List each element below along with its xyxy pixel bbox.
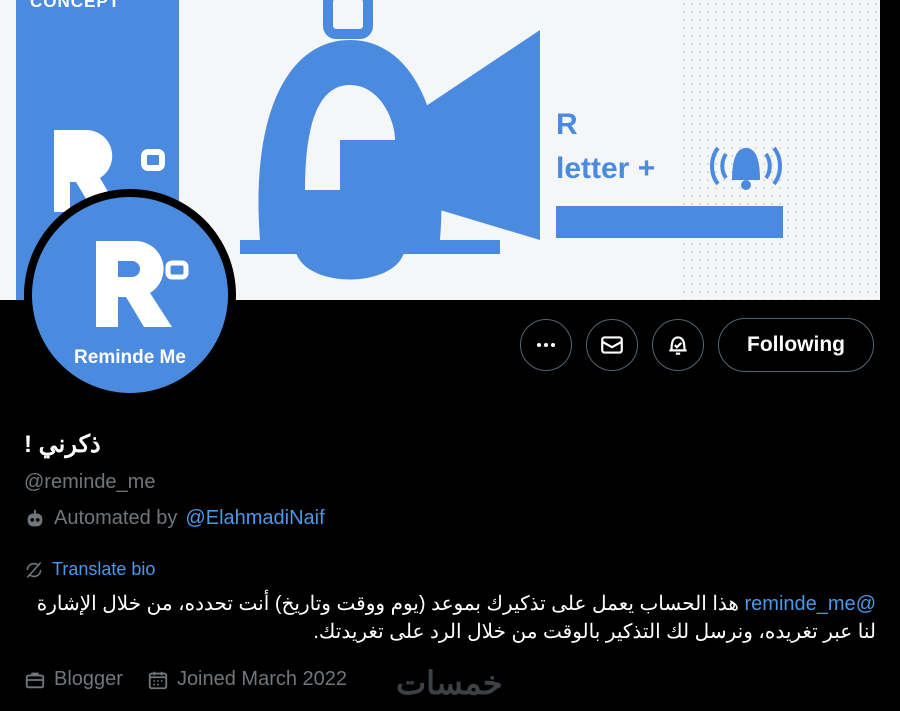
- automated-prefix: Automated by: [54, 507, 178, 529]
- joined-label: Joined March 2022: [176, 668, 348, 690]
- robot-icon: [27, 509, 43, 526]
- banner-edge: [880, 0, 900, 300]
- banner-letter-text: letter +: [556, 152, 656, 185]
- banner-concept-text: CONCEPT: [30, 0, 121, 11]
- translate-icon: [26, 561, 42, 578]
- avatar-label: Reminde Me: [74, 347, 186, 368]
- bell-icon: [669, 336, 687, 355]
- automated-by-link[interactable]: @ElahmadiNaif: [185, 507, 324, 530]
- translate-bio-link[interactable]: Translate bio: [24, 559, 155, 580]
- more-button[interactable]: [520, 319, 572, 371]
- mail-icon: [601, 336, 623, 354]
- bio-mention-link[interactable]: @reminde_me: [745, 593, 876, 615]
- following-button[interactable]: Following: [718, 318, 874, 372]
- category: Blogger: [24, 668, 123, 691]
- banner-r-text: R: [556, 108, 578, 141]
- profile-meta: Blogger Joined March 2022: [24, 668, 371, 691]
- avatar-image: Reminde Me: [32, 197, 228, 393]
- watermark-logo: خمسات: [396, 665, 503, 701]
- avatar[interactable]: Reminde Me: [24, 189, 236, 401]
- banner-bell-icon: [240, 0, 540, 280]
- banner-ringing-bell-icon: [710, 146, 782, 190]
- more-icon: [537, 343, 555, 347]
- joined-date: Joined March 2022: [147, 668, 347, 691]
- briefcase-icon: [25, 672, 45, 688]
- calendar-icon: [148, 671, 168, 689]
- translate-bio-label: Translate bio: [52, 559, 156, 579]
- display-name: ! ذكرني: [24, 431, 101, 458]
- bio: @reminde_me هذا الحساب يعمل على تذكيرك ب…: [24, 590, 876, 646]
- handle: @reminde_me: [24, 471, 156, 493]
- automated-label: Automated by @ElahmadiNaif: [24, 507, 325, 530]
- banner-blue-bar: [556, 206, 783, 238]
- category-label: Blogger: [54, 668, 123, 690]
- notifications-button[interactable]: [652, 319, 704, 371]
- avatar-r-logo-icon: [96, 241, 189, 327]
- message-button[interactable]: [586, 319, 638, 371]
